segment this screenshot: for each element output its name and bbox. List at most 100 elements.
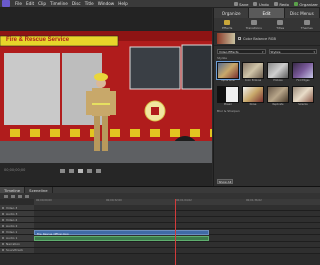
save-label: Save [239,1,249,7]
speaker-icon[interactable] [2,212,4,215]
track-header[interactable]: Audio 1 [0,235,34,241]
effect-tile[interactable]: Noise [242,86,264,107]
video-clip[interactable]: Fire_Rescue_Officer.mpg [34,229,209,236]
effect-subcategory-select[interactable]: Stylize [268,49,317,54]
effects-grid: Alpha Glow Color Emboss Emboss Find Edge… [214,60,320,109]
zoom-out-icon[interactable] [18,194,22,198]
track-body[interactable] [34,217,320,223]
track-header[interactable]: Video 1 [0,229,34,235]
subtab-themes-label: Themes [300,25,313,30]
save-icon [233,2,238,6]
subtab-titles[interactable]: Titles [267,18,294,31]
timeline-tracks: Video 3 Audio 3 Video 2 Audio 2 Video 1 F… [0,205,320,265]
subtab-themes[interactable]: Themes [294,18,320,31]
effect-thumbnail [292,86,314,103]
step-back-button[interactable] [69,169,74,173]
menu-timeline[interactable]: Timeline [50,1,68,6]
track-body[interactable]: Fire_Rescue_Officer.mpg [34,229,320,236]
effect-tile[interactable]: Mosaic [217,86,239,107]
menu-window[interactable]: Window [98,1,115,6]
applied-effect-row[interactable]: Color Balance RGB [214,32,320,46]
track-body[interactable] [34,205,320,211]
zoom-in-icon[interactable] [25,194,29,198]
tab-edit[interactable]: Edit [249,8,285,18]
effect-filters: Video Effects Stylize [214,46,320,56]
ruler-label: 00;00;00;00 [36,199,52,202]
titles-icon [277,19,284,25]
effect-thumbnail [216,61,240,80]
track-header[interactable]: Narration [0,241,34,247]
effect-tile[interactable]: Find Edges [292,62,314,83]
undo-button[interactable]: Undo [253,2,269,7]
redo-button[interactable]: Redo [273,2,289,7]
eye-icon[interactable] [2,230,4,233]
edit-sub-tabs: Effects Transitions Titles Themes [214,18,320,32]
tab-disc-menus[interactable]: Disc Menus [284,8,320,18]
track-body[interactable] [34,235,320,241]
preview-monitor: Fire & Rescue Service 00;00;00;00 [0,8,212,186]
effect-tile[interactable]: Emboss [267,62,289,83]
track-header[interactable]: Soundtrack [0,247,34,253]
effect-thumbnail [217,33,235,44]
effect-tile[interactable]: Replicate [267,86,289,107]
step-forward-button[interactable] [87,169,92,173]
effect-thumbnail [292,62,314,79]
track-header[interactable]: Video 2 [0,217,34,223]
playhead[interactable] [175,199,176,265]
subtab-transitions[interactable]: Transitions [241,18,268,31]
effects-icon [224,19,231,25]
music-icon[interactable] [2,249,4,252]
rewind-button[interactable] [60,169,65,173]
effect-tile[interactable]: Alpha Glow [216,61,240,83]
play-button[interactable] [78,169,83,173]
marker-icon[interactable] [4,194,8,198]
preview-video-frame[interactable]: Fire & Rescue Service [0,31,212,163]
ruler-label: 00;00;32;00 [106,199,122,202]
ruler-label: 00;01;36;02 [246,199,262,202]
subtab-effects[interactable]: Effects [214,18,241,31]
timeline-panel: Timeline Sceneline 00;00;00;00 00;00;32;… [0,186,320,265]
track-body[interactable] [34,241,320,247]
track-header[interactable]: Audio 2 [0,223,34,229]
show-all-button[interactable]: Show All [217,179,233,184]
track-body[interactable] [34,211,320,217]
organizer-icon [293,2,298,6]
speaker-icon[interactable] [2,224,4,227]
track-label: Audio 3 [6,211,18,216]
split-icon[interactable] [11,194,15,198]
track-label: Audio 1 [6,236,18,241]
tab-timeline[interactable]: Timeline [0,187,26,193]
organizer-button[interactable]: Organizer [293,2,318,7]
effect-tile[interactable]: Color Emboss [242,62,264,83]
menu-file[interactable]: File [15,1,22,6]
tab-organize[interactable]: Organize [214,8,250,18]
track-body[interactable] [34,247,320,253]
top-actions: Save Undo Redo Organizer [229,0,318,8]
audio-clip[interactable] [34,235,209,241]
undo-icon [253,2,258,6]
track-header[interactable]: Video 3 [0,205,34,211]
track-header[interactable]: Audio 3 [0,211,34,217]
speaker-icon[interactable] [2,237,4,240]
menu-clip[interactable]: Clip [38,1,46,6]
eye-icon[interactable] [2,218,4,221]
effect-label: Replicate [272,103,284,106]
fast-forward-button[interactable] [96,169,101,173]
save-button[interactable]: Save [233,1,249,7]
menu-title[interactable]: Title [85,1,94,6]
effect-thumbnail [242,62,264,79]
effect-label: Emboss [273,79,283,82]
effect-tile[interactable]: Solarize [292,86,314,107]
effect-category-select[interactable]: Video Effects [217,49,266,54]
track-body[interactable] [34,223,320,229]
eye-icon[interactable] [2,206,4,209]
effect-thumbnail [267,62,289,79]
timecode-display: 00;00;00;00 [4,168,26,172]
tasks-panel: Organize Edit Disc Menus Effects Transit… [213,8,320,186]
tab-sceneline[interactable]: Sceneline [25,187,53,193]
menu-help[interactable]: Help [118,1,128,6]
menu-disc[interactable]: Disc [72,1,81,6]
menu-edit[interactable]: Edit [26,1,34,6]
effect-checkbox[interactable] [238,37,241,40]
mic-icon[interactable] [2,243,4,246]
